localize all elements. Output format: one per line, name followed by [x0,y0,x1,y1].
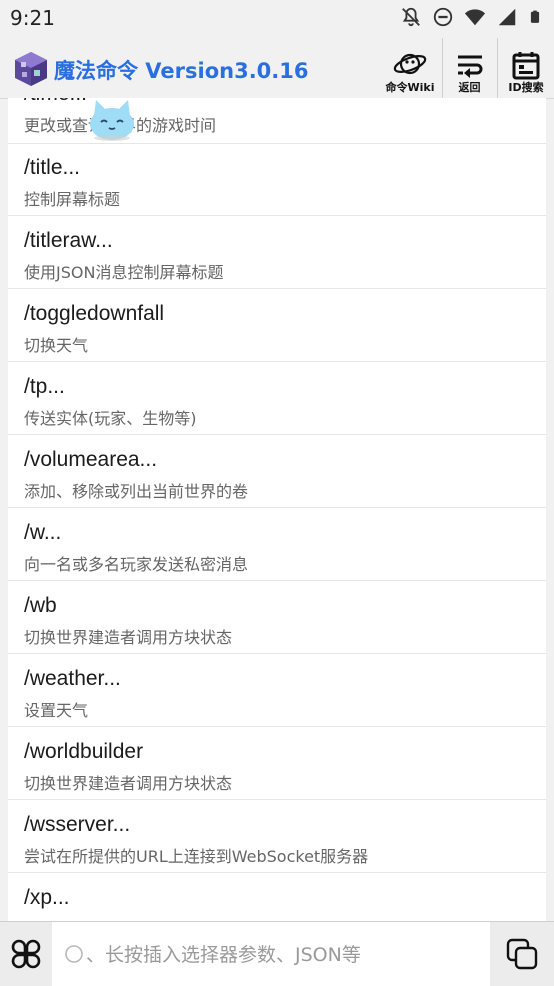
list-item[interactable]: /volumearea... 添加、移除或列出当前世界的卷 [8,436,546,508]
list-item[interactable]: /title... 控制屏幕标题 [8,144,546,216]
command-name: /wsserver... [24,813,131,836]
planet-icon [393,53,427,75]
command-description: 切换世界建造者调用方块状态 [24,774,233,793]
back-label: 返回 [458,81,481,94]
command-name: /volumearea... [24,448,158,471]
copy-button[interactable] [490,922,554,986]
list-item[interactable]: /worldbuilder 切换世界建造者调用方块状态 [8,728,546,800]
list-item[interactable]: /weather... 设置天气 [8,655,546,727]
command-description: 添加、移除或列出当前世界的卷 [24,482,249,501]
calendar-icon [512,52,540,80]
app-title: 魔法命令 Version3.0.16 [54,59,309,83]
command-name: /xp... [24,886,70,909]
command-name: /time... [24,98,87,106]
list-item[interactable]: /xp... [8,874,546,921]
command-name: /w... [24,521,62,544]
command-name: /titleraw... [24,229,113,252]
command-description: 设置天气 [24,701,89,720]
command-name: /weather... [24,667,121,690]
battery-icon [530,10,540,23]
menu-button[interactable] [0,922,52,986]
command-block-logo-icon [15,52,47,86]
command-description: 切换天气 [24,336,89,355]
command-list[interactable]: /time... 更改或查询世界的游戏时间 /title... 控制屏幕标题 /… [8,98,546,921]
command-wiki-label: 命令Wiki [385,81,435,94]
command-description: 向一名或多名玩家发送私密消息 [24,555,249,574]
list-item[interactable]: /titleraw... 使用JSON消息控制屏幕标题 [8,217,546,289]
status-time: 9:21 [10,6,55,30]
list-item[interactable]: /tp... 传送实体(玩家、生物等) [8,363,546,435]
list-item[interactable]: /toggledownfall 切换天气 [8,290,546,362]
command-description: 使用JSON消息控制屏幕标题 [24,263,224,282]
id-search-label: ID搜索 [508,81,544,94]
list-item[interactable]: /wb 切换世界建造者调用方块状态 [8,582,546,654]
command-name: /toggledownfall [24,302,165,325]
radio-circle-icon [65,945,83,963]
do-not-disturb-icon [433,7,453,27]
command-input[interactable] [84,936,508,974]
wrap-return-icon [457,55,482,78]
wifi-icon [464,9,486,26]
command-description: 控制屏幕标题 [24,190,121,209]
list-item[interactable]: /wsserver... 尝试在所提供的URL上连接到WebSocket服务器 [8,801,546,873]
status-bar: 9:21 [0,0,554,38]
command-name: /wb [24,594,57,617]
command-wiki-button[interactable]: 命令Wiki [380,38,440,98]
command-input-bar [0,921,554,986]
command-description: 切换世界建造者调用方块状态 [24,628,233,647]
clover-menu-icon [11,939,41,969]
notifications-off-icon [402,7,420,27]
id-search-button[interactable]: ID搜索 [497,38,554,98]
back-button[interactable]: 返回 [442,38,496,98]
list-item[interactable]: /w... 向一名或多名玩家发送私密消息 [8,509,546,581]
copy-icon [506,938,538,970]
command-name: /title... [24,156,81,179]
command-description: 传送实体(玩家、生物等) [24,409,197,428]
signal-icon [498,8,516,26]
cat-mascot-icon[interactable] [86,96,138,142]
app-header: 魔法命令 Version3.0.16 命令Wiki 返回 ID搜索 [0,38,554,99]
command-name: /worldbuilder [24,740,144,763]
command-description: 尝试在所提供的URL上连接到WebSocket服务器 [24,847,369,866]
status-icons [400,6,542,28]
command-name: /tp... [24,375,65,398]
